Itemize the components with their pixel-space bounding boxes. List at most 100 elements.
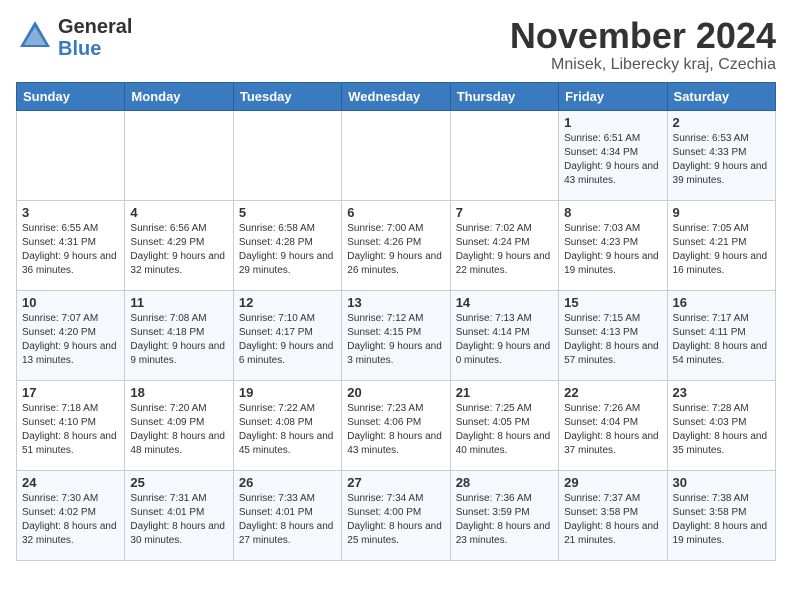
weekday-sunday: Sunday	[17, 82, 125, 110]
calendar-cell: 11 Sunrise: 7:08 AM Sunset: 4:18 PM Dayli…	[125, 290, 233, 380]
day-number: 18	[130, 385, 227, 400]
calendar-cell: 5Sunrise: 6:58 AM Sunset: 4:28 PM Daylig…	[233, 200, 341, 290]
day-info: Sunrise: 7:23 AM Sunset: 4:06 PM Dayligh…	[347, 402, 444, 458]
calendar-cell	[17, 110, 125, 200]
day-number: 24	[22, 475, 119, 490]
calendar-cell: 19 Sunrise: 7:22 AM Sunset: 4:08 PM Dayli…	[233, 380, 341, 470]
day-number: 17	[22, 385, 119, 400]
calendar-cell: 1 Sunrise: 6:51 AM Sunset: 4:34 PM Daylig…	[559, 110, 667, 200]
day-number: 20	[347, 385, 444, 400]
day-info: Sunrise: 7:08 AM Sunset: 4:18 PM Dayligh…	[130, 312, 227, 368]
day-number: 3	[22, 205, 119, 220]
calendar-cell: 28 Sunrise: 7:36 AM Sunset: 3:59 PM Dayli…	[450, 470, 558, 560]
calendar-cell: 27 Sunrise: 7:34 AM Sunset: 4:00 PM Dayli…	[342, 470, 450, 560]
calendar-cell: 10 Sunrise: 7:07 AM Sunset: 4:20 PM Dayli…	[17, 290, 125, 380]
logo: General Blue	[16, 16, 132, 60]
calendar-header: SundayMondayTuesdayWednesdayThursdayFrid…	[17, 82, 776, 110]
day-info: Sunrise: 7:15 AM Sunset: 4:13 PM Dayligh…	[564, 312, 661, 368]
day-info: Sunrise: 7:20 AM Sunset: 4:09 PM Dayligh…	[130, 402, 227, 458]
calendar-cell: 2Sunrise: 6:53 AM Sunset: 4:33 PM Daylig…	[667, 110, 775, 200]
calendar-cell: 25 Sunrise: 7:31 AM Sunset: 4:01 PM Dayli…	[125, 470, 233, 560]
calendar-cell: 3 Sunrise: 6:55 AM Sunset: 4:31 PM Daylig…	[17, 200, 125, 290]
month-title: November 2024	[510, 16, 776, 56]
day-number: 7	[456, 205, 553, 220]
day-info: Sunrise: 6:55 AM Sunset: 4:31 PM Dayligh…	[22, 222, 119, 278]
day-number: 9	[673, 205, 770, 220]
day-number: 25	[130, 475, 227, 490]
calendar-cell: 12 Sunrise: 7:10 AM Sunset: 4:17 PM Dayli…	[233, 290, 341, 380]
day-info: Sunrise: 7:26 AM Sunset: 4:04 PM Dayligh…	[564, 402, 661, 458]
day-info: Sunrise: 7:22 AM Sunset: 4:08 PM Dayligh…	[239, 402, 336, 458]
weekday-thursday: Thursday	[450, 82, 558, 110]
calendar-week-row: 10 Sunrise: 7:07 AM Sunset: 4:20 PM Dayli…	[17, 290, 776, 380]
day-info: Sunrise: 7:13 AM Sunset: 4:14 PM Dayligh…	[456, 312, 553, 368]
day-info: Sunrise: 6:53 AM Sunset: 4:33 PM Dayligh…	[673, 132, 770, 188]
day-number: 4	[130, 205, 227, 220]
day-info: Sunrise: 7:33 AM Sunset: 4:01 PM Dayligh…	[239, 492, 336, 548]
day-number: 28	[456, 475, 553, 490]
day-info: Sunrise: 7:30 AM Sunset: 4:02 PM Dayligh…	[22, 492, 119, 548]
calendar-cell: 22 Sunrise: 7:26 AM Sunset: 4:04 PM Dayli…	[559, 380, 667, 470]
day-number: 21	[456, 385, 553, 400]
day-info: Sunrise: 7:03 AM Sunset: 4:23 PM Dayligh…	[564, 222, 661, 278]
day-info: Sunrise: 6:51 AM Sunset: 4:34 PM Dayligh…	[564, 132, 661, 188]
day-number: 27	[347, 475, 444, 490]
day-number: 26	[239, 475, 336, 490]
weekday-monday: Monday	[125, 82, 233, 110]
day-info: Sunrise: 7:10 AM Sunset: 4:17 PM Dayligh…	[239, 312, 336, 368]
weekday-wednesday: Wednesday	[342, 82, 450, 110]
calendar-cell: 18 Sunrise: 7:20 AM Sunset: 4:09 PM Dayli…	[125, 380, 233, 470]
calendar-week-row: 24 Sunrise: 7:30 AM Sunset: 4:02 PM Dayli…	[17, 470, 776, 560]
day-info: Sunrise: 7:28 AM Sunset: 4:03 PM Dayligh…	[673, 402, 770, 458]
day-info: Sunrise: 7:31 AM Sunset: 4:01 PM Dayligh…	[130, 492, 227, 548]
day-number: 23	[673, 385, 770, 400]
day-number: 1	[564, 115, 661, 130]
day-number: 19	[239, 385, 336, 400]
calendar-cell: 20 Sunrise: 7:23 AM Sunset: 4:06 PM Dayli…	[342, 380, 450, 470]
day-info: Sunrise: 6:56 AM Sunset: 4:29 PM Dayligh…	[130, 222, 227, 278]
calendar-cell	[342, 110, 450, 200]
day-number: 6	[347, 205, 444, 220]
day-number: 16	[673, 295, 770, 310]
weekday-header-row: SundayMondayTuesdayWednesdayThursdayFrid…	[17, 82, 776, 110]
page-header: General Blue November 2024 Mnisek, Liber…	[16, 16, 776, 74]
day-info: Sunrise: 7:05 AM Sunset: 4:21 PM Dayligh…	[673, 222, 770, 278]
calendar-cell: 21 Sunrise: 7:25 AM Sunset: 4:05 PM Dayli…	[450, 380, 558, 470]
calendar-cell	[450, 110, 558, 200]
calendar-cell: 26 Sunrise: 7:33 AM Sunset: 4:01 PM Dayli…	[233, 470, 341, 560]
calendar-cell: 7 Sunrise: 7:02 AM Sunset: 4:24 PM Daylig…	[450, 200, 558, 290]
calendar-cell: 13Sunrise: 7:12 AM Sunset: 4:15 PM Dayli…	[342, 290, 450, 380]
day-number: 22	[564, 385, 661, 400]
calendar-cell: 8 Sunrise: 7:03 AM Sunset: 4:23 PM Daylig…	[559, 200, 667, 290]
day-number: 8	[564, 205, 661, 220]
day-number: 12	[239, 295, 336, 310]
title-section: November 2024 Mnisek, Liberecky kraj, Cz…	[510, 16, 776, 74]
day-info: Sunrise: 7:36 AM Sunset: 3:59 PM Dayligh…	[456, 492, 553, 548]
day-number: 15	[564, 295, 661, 310]
day-info: Sunrise: 7:07 AM Sunset: 4:20 PM Dayligh…	[22, 312, 119, 368]
day-info: Sunrise: 7:34 AM Sunset: 4:00 PM Dayligh…	[347, 492, 444, 548]
day-info: Sunrise: 7:37 AM Sunset: 3:58 PM Dayligh…	[564, 492, 661, 548]
calendar-cell: 6 Sunrise: 7:00 AM Sunset: 4:26 PM Daylig…	[342, 200, 450, 290]
weekday-tuesday: Tuesday	[233, 82, 341, 110]
day-info: Sunrise: 7:00 AM Sunset: 4:26 PM Dayligh…	[347, 222, 444, 278]
day-number: 11	[130, 295, 227, 310]
day-number: 5	[239, 205, 336, 220]
logo-general-text: General	[58, 16, 132, 38]
calendar-week-row: 17 Sunrise: 7:18 AM Sunset: 4:10 PM Dayli…	[17, 380, 776, 470]
calendar-week-row: 1 Sunrise: 6:51 AM Sunset: 4:34 PM Daylig…	[17, 110, 776, 200]
logo-icon	[16, 17, 54, 55]
day-number: 10	[22, 295, 119, 310]
logo-blue-text: Blue	[58, 38, 132, 60]
day-info: Sunrise: 7:25 AM Sunset: 4:05 PM Dayligh…	[456, 402, 553, 458]
calendar-week-row: 3 Sunrise: 6:55 AM Sunset: 4:31 PM Daylig…	[17, 200, 776, 290]
calendar-cell	[233, 110, 341, 200]
calendar-cell: 29Sunrise: 7:37 AM Sunset: 3:58 PM Dayli…	[559, 470, 667, 560]
day-info: Sunrise: 7:02 AM Sunset: 4:24 PM Dayligh…	[456, 222, 553, 278]
day-info: Sunrise: 7:38 AM Sunset: 3:58 PM Dayligh…	[673, 492, 770, 548]
day-number: 14	[456, 295, 553, 310]
calendar-cell: 17 Sunrise: 7:18 AM Sunset: 4:10 PM Dayli…	[17, 380, 125, 470]
day-info: Sunrise: 7:18 AM Sunset: 4:10 PM Dayligh…	[22, 402, 119, 458]
weekday-saturday: Saturday	[667, 82, 775, 110]
calendar-cell: 16Sunrise: 7:17 AM Sunset: 4:11 PM Dayli…	[667, 290, 775, 380]
